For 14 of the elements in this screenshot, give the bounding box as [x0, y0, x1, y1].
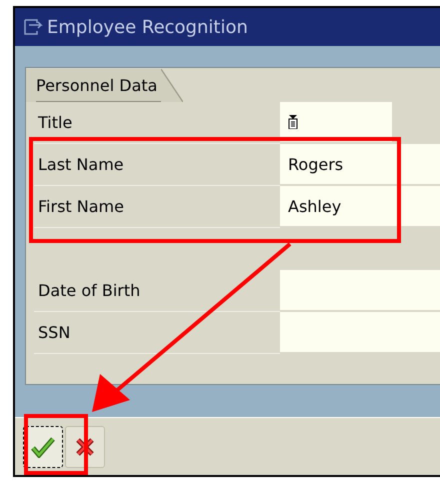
input-field[interactable]: Rogers [280, 144, 440, 184]
input-field[interactable] [280, 102, 392, 142]
dropdown-icon[interactable] [288, 115, 298, 129]
input-field[interactable] [280, 312, 440, 352]
window-title: Employee Recognition [47, 16, 248, 38]
checkmark-icon [31, 436, 55, 458]
input-field[interactable]: Ashley [280, 186, 440, 226]
highlight-box [24, 414, 88, 475]
cancel-button[interactable] [65, 426, 105, 468]
confirm-button[interactable] [23, 426, 63, 468]
tab[interactable]: Personnel Data [26, 69, 184, 102]
input-field[interactable] [280, 270, 440, 310]
close-icon [75, 436, 95, 456]
window-icon [23, 18, 43, 36]
